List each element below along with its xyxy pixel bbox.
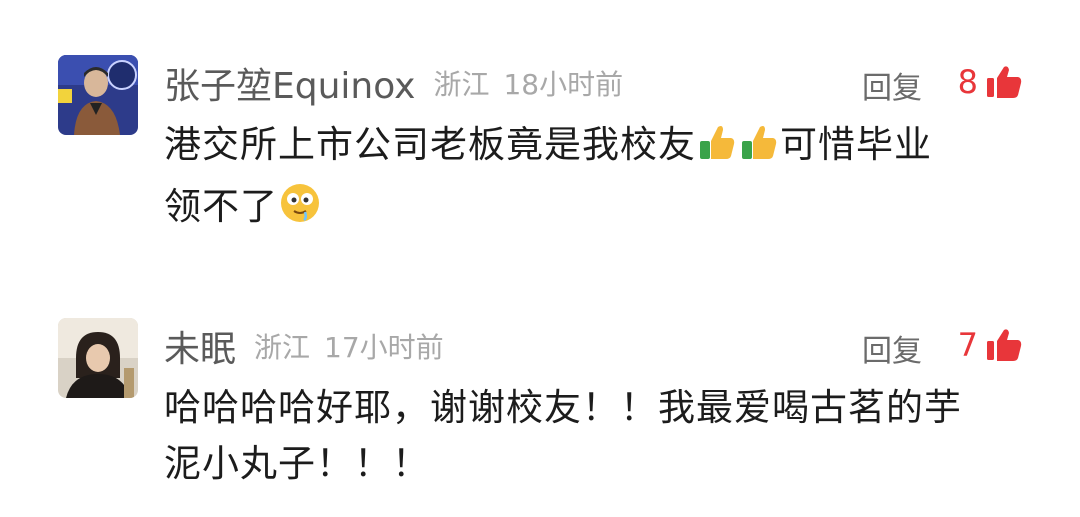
reply-button[interactable]: 回复 xyxy=(862,326,922,370)
like-button[interactable]: 8 xyxy=(958,63,1022,101)
comment-text: 港交所上市公司老板竟是我校友 可惜毕业 领不了 xyxy=(164,117,1024,241)
drooling-face-emoji xyxy=(278,181,322,241)
like-count: 8 xyxy=(957,63,978,101)
username[interactable]: 未眠 xyxy=(164,320,236,372)
reply-button[interactable]: 回复 xyxy=(862,63,922,107)
thumbs-up-emoji xyxy=(696,121,738,179)
like-count: 7 xyxy=(957,326,978,364)
avatar[interactable] xyxy=(58,55,138,135)
timestamp: 17小时前 xyxy=(324,331,444,364)
comment-text-segment: 港交所上市公司老板竟是我校友 xyxy=(164,123,696,166)
timestamp: 18小时前 xyxy=(503,68,624,101)
thumbs-up-icon xyxy=(986,65,1022,99)
avatar[interactable] xyxy=(58,318,138,398)
comment-text-segment: 可惜毕业 xyxy=(780,123,932,166)
like-button[interactable]: 7 xyxy=(958,326,1022,364)
thumbs-up-emoji xyxy=(738,121,780,179)
comment-text-line: 哈哈哈哈好耶，谢谢校友！！我最爱喝古茗的芋 xyxy=(164,386,962,429)
thumbs-up-icon xyxy=(986,328,1022,362)
location-label: 浙江 xyxy=(433,68,490,101)
location-label: 浙江 xyxy=(254,331,311,364)
comment-text: 哈哈哈哈好耶，谢谢校友！！我最爱喝古茗的芋 泥小丸子！！！ xyxy=(164,380,1024,492)
username[interactable]: 张子堃Equinox xyxy=(164,57,415,109)
comment-text-segment: 领不了 xyxy=(164,185,278,228)
comment-text-line: 泥小丸子！！！ xyxy=(164,442,430,485)
